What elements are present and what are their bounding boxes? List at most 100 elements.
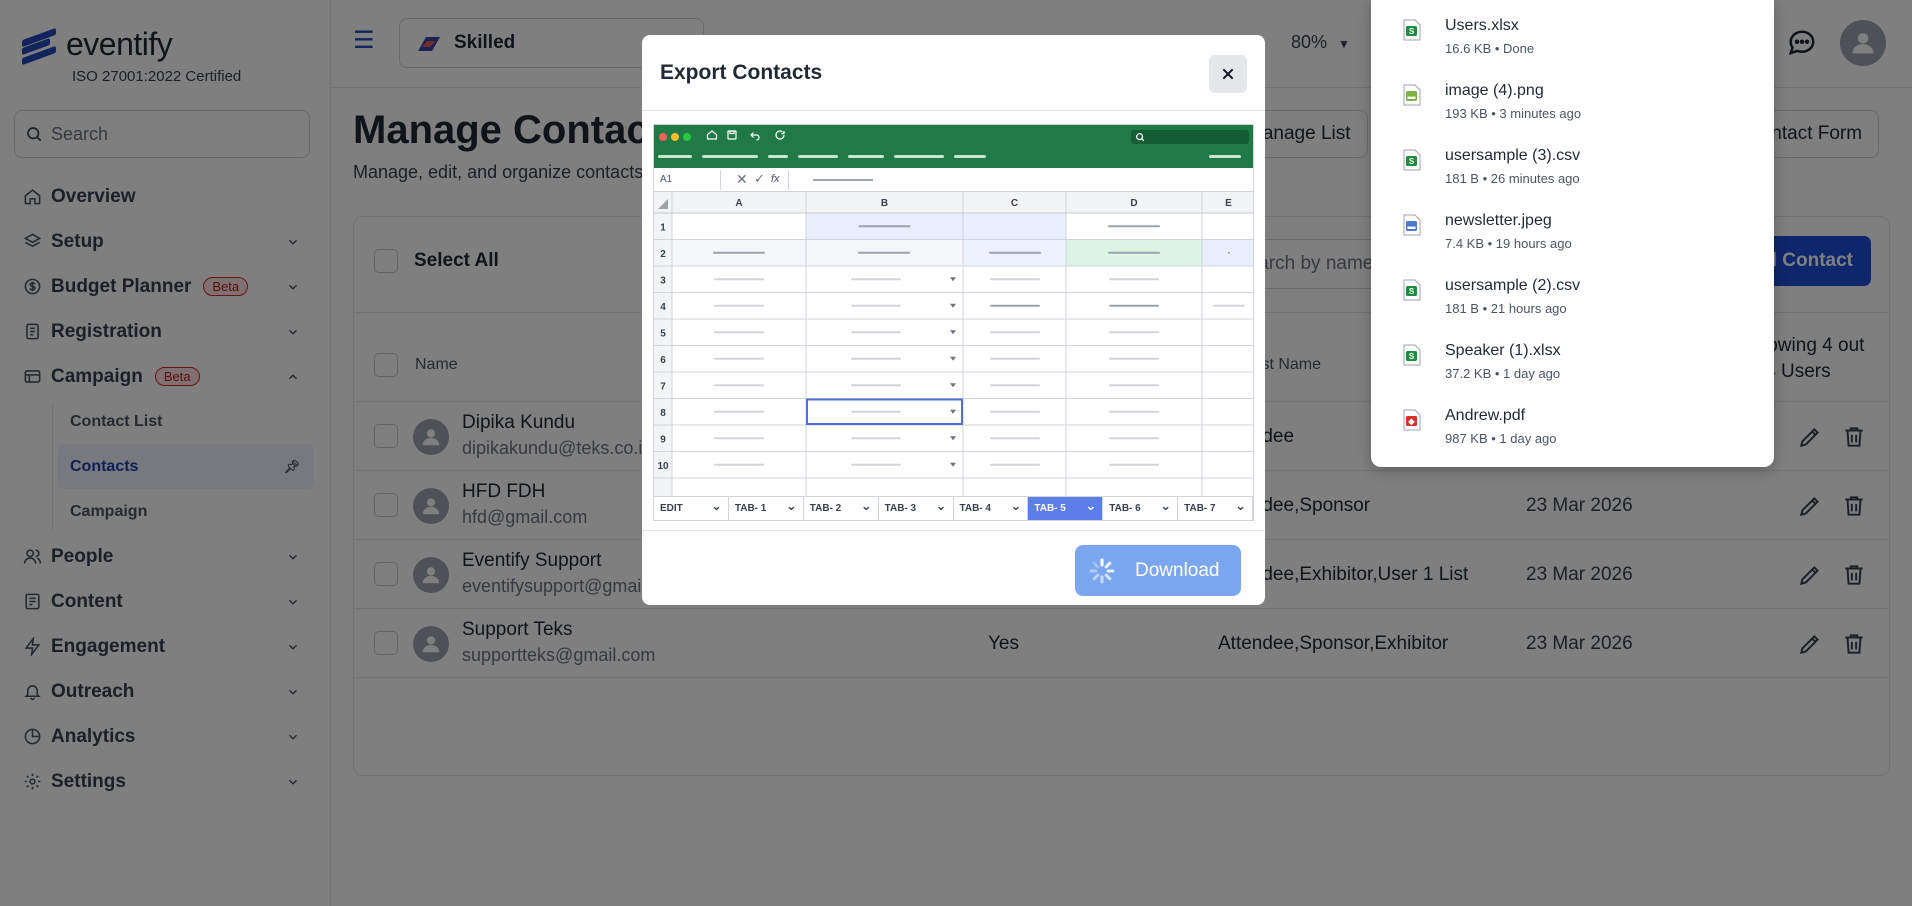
download-item[interactable]: Susersample (3).csv 181 B • 26 minutes ag… <box>1371 134 1774 199</box>
chevron-down-icon: ⌄ <box>1085 497 1097 513</box>
pdf-file-icon: ◆ <box>1403 409 1421 431</box>
dropdown-arrow <box>950 436 956 441</box>
downloads-panel: S Users.xlsx 16.6 KB • Done ▬ image (4).png 1… <box>1371 0 1774 467</box>
sheet-tab-label: TAB- 4 <box>959 503 991 514</box>
row-label: 1 <box>660 222 666 233</box>
chevron-down-icon: ⌄ <box>1160 497 1172 513</box>
download-file-name: Andrew.pdf <box>1445 407 1526 424</box>
search-icon <box>1136 133 1145 142</box>
spreadsheet-grid: A B C D E 1 2 3 4 5 6 7 8 9 10 <box>654 192 1253 498</box>
download-file-name: usersample (3).csv <box>1445 147 1581 164</box>
download-item[interactable]: S Speaker (1).xlsx 37.2 KB • 1 day ago <box>1371 329 1774 394</box>
column-header-bar <box>654 192 1253 213</box>
sheet-tab-label: EDIT <box>660 503 683 514</box>
download-button[interactable]: Download <box>1075 545 1241 596</box>
dropdown-arrow <box>950 356 956 361</box>
row-label: 8 <box>660 408 666 419</box>
svg-text:▬: ▬ <box>1408 222 1416 231</box>
download-item[interactable]: ▬ image (4).png 193 KB • 3 minutes ago <box>1371 69 1774 134</box>
sheet-tab[interactable]: TAB- 4 ⌄ <box>954 497 1029 520</box>
download-file-name: image (4).png <box>1445 82 1544 99</box>
sheet-tab[interactable]: TAB- 6 ⌄ <box>1103 497 1179 520</box>
modal-header: Export Contacts <box>642 35 1265 111</box>
svg-text:S: S <box>1409 287 1415 296</box>
formula-cancel-icon: ✕ <box>736 171 748 187</box>
sheet-file-icon: S <box>1403 19 1421 41</box>
sheet-tab-label: TAB- 1 <box>734 503 767 514</box>
save-icon <box>727 130 737 140</box>
sheet-tab-label: TAB- 6 <box>1109 503 1141 514</box>
csv-file-icon: S <box>1403 279 1421 301</box>
chevron-down-icon: ⌄ <box>1235 497 1246 513</box>
row-label: 6 <box>660 355 666 366</box>
download-file-meta: 181 B • 21 hours ago <box>1445 301 1567 316</box>
dropdown-arrow <box>950 277 956 282</box>
sheet-tab-label: TAB- 3 <box>884 503 917 514</box>
download-label: Download <box>1135 559 1220 581</box>
sheet-tab[interactable]: TAB- 1 ⌄ <box>729 497 804 520</box>
row-label: 5 <box>660 328 666 339</box>
column-label: C <box>1011 198 1018 209</box>
dropdown-arrow <box>950 462 956 467</box>
chevron-down-icon: ⌄ <box>860 497 872 513</box>
column-label: E <box>1225 198 1232 209</box>
formula-confirm-icon: ✓ <box>754 171 765 186</box>
sheet-tab[interactable]: TAB- 3 ⌄ <box>879 497 954 520</box>
svg-text:S: S <box>1409 352 1415 361</box>
cell-reference: A1 <box>660 174 673 185</box>
spreadsheet-preview: A1 ✕ ✓ fx A B C D E 1 2 3 4 5 6 7 8 9 10 EDIT ⌄ TAB- 1 ⌄ T… <box>653 124 1254 521</box>
chevron-down-icon: ⌄ <box>710 497 722 513</box>
dropdown-arrow <box>950 330 956 335</box>
download-file-meta: 37.2 KB • 1 day ago <box>1445 366 1561 381</box>
download-item[interactable]: ◆ Andrew.pdf 987 KB • 1 day ago <box>1371 394 1774 459</box>
download-file-name: usersample (2).csv <box>1445 277 1581 294</box>
download-file-meta: 181 B • 26 minutes ago <box>1445 171 1580 186</box>
sheet-tab-label: TAB- 7 <box>1184 503 1216 514</box>
dropdown-arrow <box>950 303 956 308</box>
row-label: 7 <box>660 381 666 392</box>
row-label: 3 <box>660 275 666 286</box>
sheet-tab[interactable]: TAB- 7 ⌄ <box>1178 497 1253 520</box>
download-item[interactable]: Susersample (2).csv 181 B • 21 hours ago <box>1371 264 1774 329</box>
sheet-tab-label: TAB- 5 <box>1034 503 1066 514</box>
sheet-tab-label: TAB- 2 <box>809 503 842 514</box>
download-file-meta: 16.6 KB • Done <box>1445 41 1535 56</box>
sheet-tab[interactable]: TAB- 5 ⌄ <box>1028 497 1104 520</box>
dropdown-arrow <box>950 383 956 388</box>
column-label: D <box>1130 198 1137 209</box>
download-item[interactable]: S Users.xlsx 16.6 KB • Done <box>1371 4 1774 69</box>
svg-text:▬: ▬ <box>1408 92 1416 101</box>
column-label: A <box>735 198 742 209</box>
merged-header-cell <box>806 213 1066 240</box>
formula-bar: A1 ✕ ✓ fx <box>654 168 1253 192</box>
home-icon <box>706 130 718 140</box>
spreadsheet-search <box>1131 130 1249 144</box>
download-file-meta: 193 KB • 3 minutes ago <box>1445 106 1582 121</box>
sheet-tab[interactable]: EDIT ⌄ <box>654 497 729 520</box>
export-contacts-modal: Export Contacts A1 ✕ ✓ fx A B C D E 1 2 … <box>642 35 1265 605</box>
chevron-down-icon: ⌄ <box>935 497 947 513</box>
svg-text:S: S <box>1409 27 1415 36</box>
spreadsheet-toolbar <box>654 125 1253 168</box>
loading-spinner-icon <box>1089 558 1115 583</box>
sheet-file-icon: S <box>1403 344 1421 366</box>
sheet-tabs: EDIT ⌄ TAB- 1 ⌄ TAB- 2 ⌄ TAB- 3 ⌄ TAB- 4 ⌄ TAB- 5 ⌄… <box>654 496 1253 520</box>
download-file-meta: 987 KB • 1 day ago <box>1445 431 1557 446</box>
modal-title: Export Contacts <box>660 60 823 84</box>
row-label: 4 <box>660 302 666 313</box>
download-item[interactable]: ▬ newsletter.jpeg 7.4 KB • 19 hours ago <box>1371 199 1774 264</box>
dropdown-arrow <box>950 409 956 414</box>
image-file-icon: ▬ <box>1403 214 1421 236</box>
download-file-name: Users.xlsx <box>1445 17 1519 34</box>
svg-text:◆: ◆ <box>1407 417 1415 426</box>
close-icon <box>1222 68 1234 80</box>
download-file-meta: 7.4 KB • 19 hours ago <box>1445 236 1572 251</box>
undo-icon <box>750 132 760 141</box>
csv-file-icon: S <box>1403 149 1421 171</box>
refresh-icon <box>775 130 785 140</box>
chevron-down-icon: ⌄ <box>1010 497 1022 513</box>
sheet-tab[interactable]: TAB- 2 ⌄ <box>804 497 879 520</box>
download-file-name: Speaker (1).xlsx <box>1445 342 1561 359</box>
modal-close-button[interactable] <box>1209 55 1247 93</box>
function-icon: fx <box>771 173 780 185</box>
